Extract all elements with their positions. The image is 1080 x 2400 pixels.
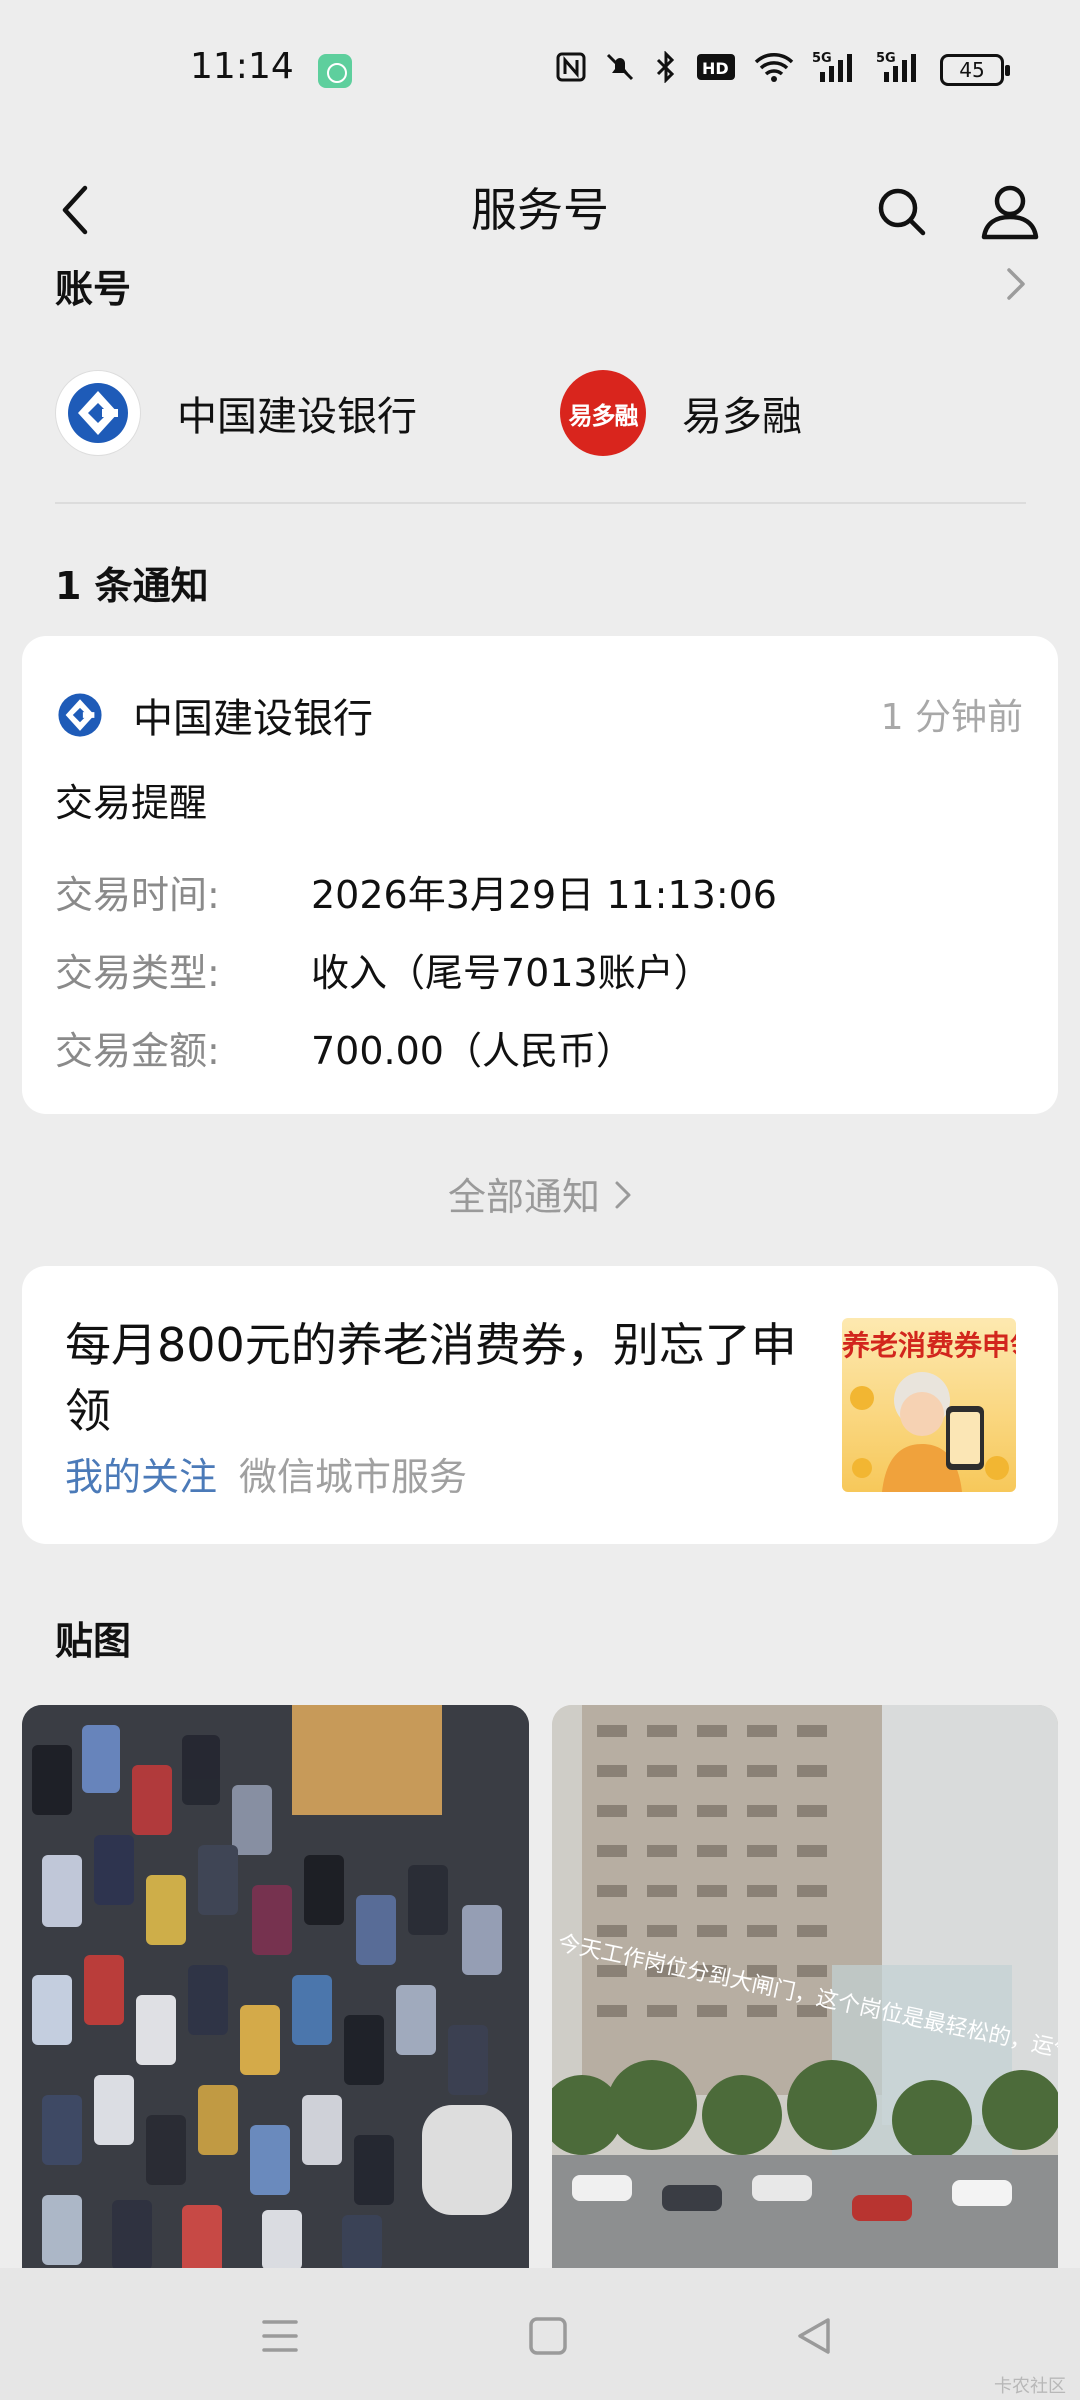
account-item-yiduorong[interactable]: 易多融 易多融 bbox=[560, 370, 802, 456]
accounts-title: 账号 bbox=[55, 267, 132, 311]
5g-signal-icon: 5G bbox=[876, 50, 922, 91]
search-button[interactable] bbox=[862, 162, 942, 262]
status-time: 11:14 bbox=[190, 46, 294, 87]
row-label: 交易时间: bbox=[55, 873, 220, 917]
account-item-ccb[interactable]: 中国建设银行 bbox=[55, 370, 417, 456]
all-notices-label: 全部通知 bbox=[447, 1175, 600, 1219]
transaction-notice-card[interactable]: 中国建设银行 1 分钟前 交易提醒 交易时间: 2026年3月29日 11:13… bbox=[22, 636, 1058, 1114]
notice-sender: 中国建设银行 bbox=[133, 696, 373, 742]
all-notices-link[interactable]: 全部通知 bbox=[0, 1166, 1080, 1221]
promo-meta: 我的关注 微信城市服务 bbox=[65, 1446, 467, 1501]
promo-follow-label[interactable]: 我的关注 bbox=[65, 1455, 217, 1499]
watermark: 卡农社区 bbox=[994, 2376, 1066, 2397]
row-value: 700.00（人民币） bbox=[311, 1029, 634, 1073]
battery-indicator: 45 bbox=[940, 54, 1010, 86]
status-bar: 11:14 HD 5G 5G 45 bbox=[0, 0, 1080, 140]
row-label: 交易金额: bbox=[55, 1029, 220, 1073]
promo-source: 微信城市服务 bbox=[239, 1455, 468, 1499]
chevron-left-icon bbox=[62, 185, 88, 235]
mute-icon bbox=[604, 51, 636, 90]
home-button[interactable] bbox=[508, 2296, 588, 2376]
app-notification-icon bbox=[318, 54, 352, 88]
row-value: 2026年3月29日 11:13:06 bbox=[311, 873, 777, 917]
bluetooth-icon bbox=[654, 49, 678, 90]
notice-subject: 交易提醒 bbox=[55, 781, 208, 825]
row-value: 收入（尾号7013账户） bbox=[311, 951, 712, 995]
svg-text:HD: HD bbox=[702, 59, 729, 78]
search-icon bbox=[878, 188, 926, 236]
transaction-type-row: 交易类型: 收入（尾号7013账户） bbox=[55, 942, 712, 997]
row-label: 交易类型: bbox=[55, 951, 220, 995]
wifi-icon bbox=[754, 52, 794, 89]
transaction-amount-row: 交易金额: 700.00（人民币） bbox=[55, 1020, 634, 1075]
ccb-logo-icon bbox=[55, 370, 141, 456]
svg-text:5G: 5G bbox=[812, 51, 832, 66]
profile-button[interactable] bbox=[970, 162, 1050, 262]
promo-article-card[interactable]: 每月800元的养老消费券，别忘了申领 我的关注微信城市服务 养老消费券申领 bbox=[22, 1266, 1058, 1544]
triangle-back-icon bbox=[798, 2318, 830, 2354]
menu-icon bbox=[262, 2320, 298, 2352]
promo-thumbnail: 养老消费券申领 bbox=[842, 1318, 1016, 1492]
system-back-button[interactable] bbox=[774, 2296, 854, 2376]
svg-text:5G: 5G bbox=[876, 51, 896, 66]
yiduorong-logo-icon: 易多融 bbox=[560, 370, 646, 456]
chevron-right-icon bbox=[1007, 268, 1025, 300]
status-icons: HD 5G 5G 45 bbox=[556, 48, 1010, 92]
elderly-woman-phone-illustration bbox=[850, 1372, 1009, 1492]
square-home-icon bbox=[529, 2317, 567, 2355]
notice-header: 中国建设银行 bbox=[57, 686, 373, 744]
divider bbox=[55, 502, 1026, 504]
recent-apps-button[interactable] bbox=[240, 2296, 320, 2376]
chevron-right-icon bbox=[614, 1175, 632, 1219]
account-name: 中国建设银行 bbox=[177, 394, 417, 440]
transaction-time-row: 交易时间: 2026年3月29日 11:13:06 bbox=[55, 864, 777, 919]
5g-signal-icon: 5G bbox=[812, 50, 858, 91]
stickers-title: 贴图 bbox=[55, 1619, 132, 1663]
account-name: 易多融 bbox=[682, 394, 802, 440]
notices-title: 1 条通知 bbox=[55, 564, 209, 608]
sticker-photo-building[interactable]: 今天工作岗位分到大闸门，这个岗位是最轻松的，运气不错 bbox=[552, 1705, 1058, 2270]
ccb-logo-icon bbox=[58, 693, 102, 737]
person-icon bbox=[981, 185, 1039, 240]
promo-headline: 每月800元的养老消费券，别忘了申领 bbox=[65, 1318, 797, 1438]
system-navigation-bar bbox=[0, 2268, 1080, 2400]
hd-icon: HD bbox=[696, 53, 736, 88]
notice-time: 1 分钟前 bbox=[880, 697, 1023, 738]
accounts-more-button[interactable] bbox=[996, 262, 1036, 306]
sticker-photo-phones[interactable] bbox=[22, 1705, 529, 2270]
phone-pile-image bbox=[22, 1705, 529, 2270]
nfc-icon bbox=[556, 52, 586, 89]
nav-bar: 服务号 bbox=[0, 140, 1080, 310]
